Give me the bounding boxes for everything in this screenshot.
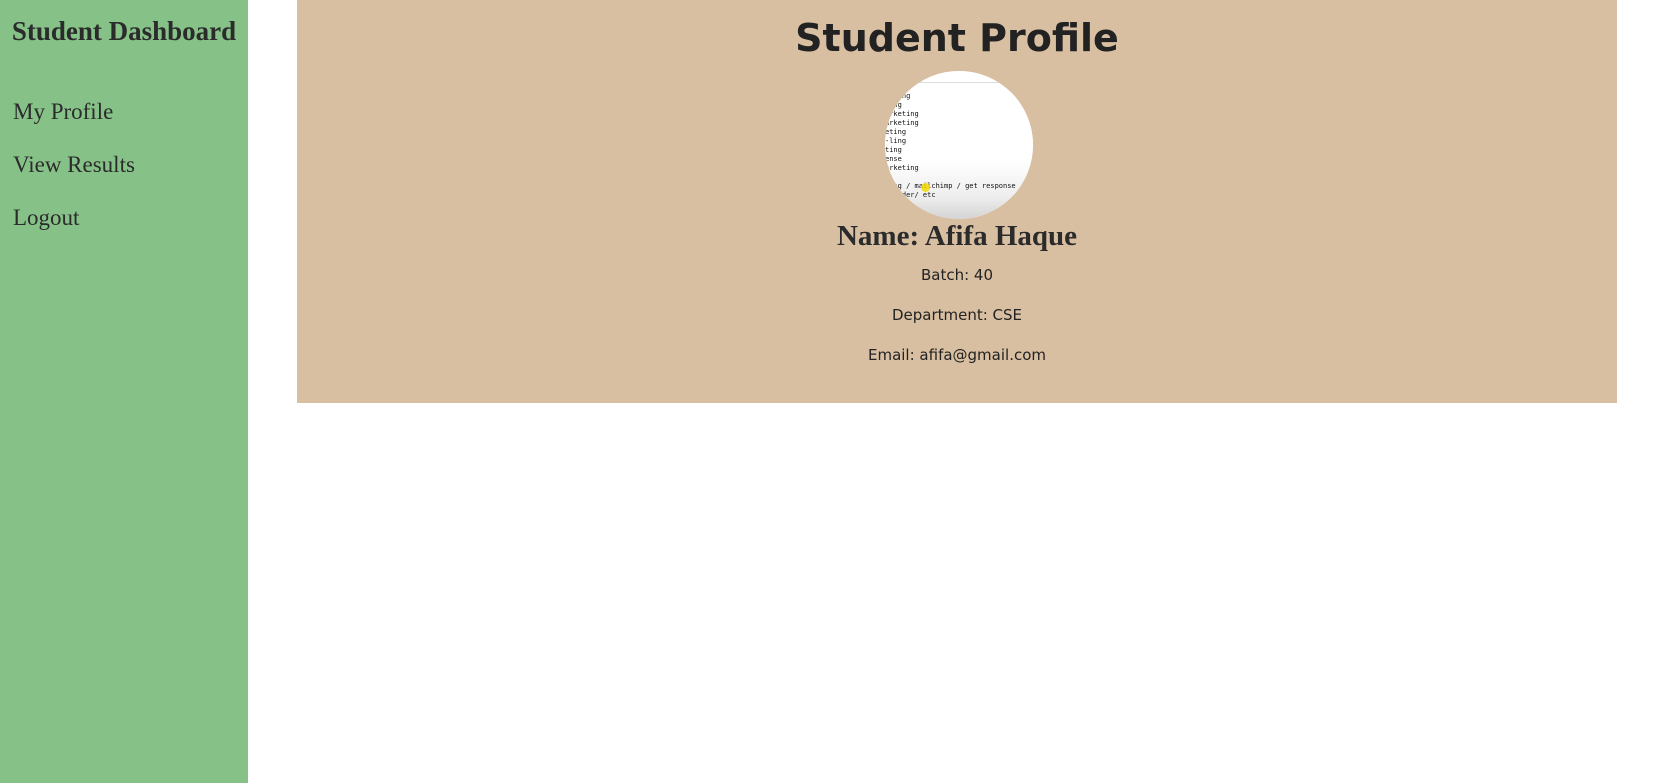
student-name: Name: Afifa Haque — [836, 220, 1078, 252]
profile-avatar: ing keting ting arketing arketing eting … — [885, 71, 1033, 219]
dashboard-title: Student Dashboard — [11, 16, 237, 46]
sidebar-nav: My Profile View Results Logout — [13, 95, 135, 254]
student-batch: Batch: 40 — [920, 266, 994, 284]
avatar-image-text: ing keting ting arketing arketing eting … — [885, 83, 1016, 199]
sidebar: Student Dashboard My Profile View Result… — [0, 0, 248, 783]
nav-item-view-results[interactable]: View Results — [13, 148, 135, 201]
avatar-image: ing keting ting arketing arketing eting … — [885, 71, 1033, 219]
nav-item-my-profile[interactable]: My Profile — [13, 95, 135, 148]
nav-item-logout[interactable]: Logout — [13, 201, 135, 254]
avatar-cursor-highlight — [921, 183, 930, 192]
student-department: Department: CSE — [891, 306, 1023, 324]
profile-card: Student Profile ing keting ting arketing… — [297, 0, 1617, 403]
student-email: Email: afifa@gmail.com — [867, 346, 1046, 364]
page-title: Student Profile — [795, 16, 1119, 60]
